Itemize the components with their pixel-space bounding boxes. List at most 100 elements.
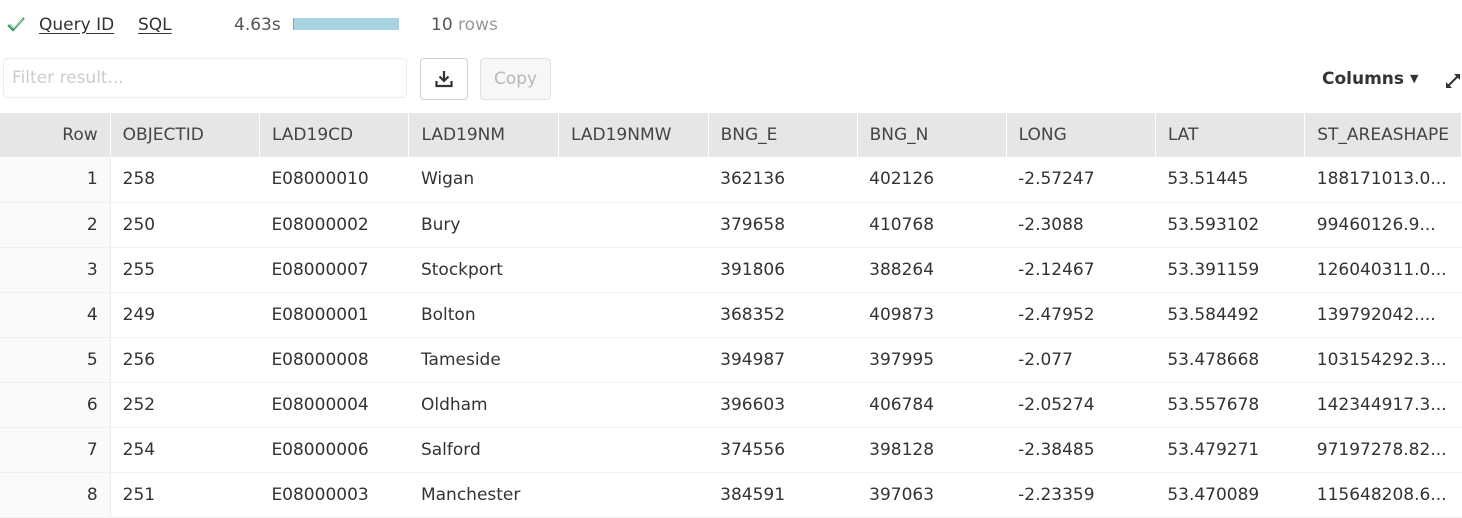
table-row[interactable]: 8 251 E08000003 Manchester 384591 397063 -2.23… — [0, 472, 1462, 518]
column-header[interactable]: LAD19NM — [408, 113, 560, 157]
query-progress-fill — [294, 18, 399, 30]
table-cell: 53.479271 — [1155, 427, 1305, 473]
table-cell — [558, 247, 709, 293]
table-cell: Bury — [408, 202, 559, 248]
table-cell: 368352 — [708, 292, 858, 338]
table-cell: -2.05274 — [1006, 382, 1156, 428]
row-number: 2 — [0, 202, 111, 248]
table-cell: 362136 — [708, 157, 858, 203]
column-header[interactable]: BNG_N — [857, 113, 1007, 157]
column-header[interactable]: OBJECTID — [110, 113, 260, 157]
table-cell: 397063 — [857, 472, 1007, 518]
download-icon — [435, 71, 453, 88]
table-cell: -2.47952 — [1006, 292, 1156, 338]
table-cell: 103154292.3... — [1304, 337, 1462, 383]
table-cell: E08000001 — [259, 292, 409, 338]
table-cell: Oldham — [408, 382, 559, 428]
copy-button[interactable]: Copy — [480, 58, 551, 100]
table-cell: Tameside — [408, 337, 559, 383]
table-cell — [558, 382, 709, 428]
table-cell: 254 — [110, 427, 260, 473]
table-cell: 391806 — [708, 247, 858, 293]
table-cell: 126040311.0... — [1304, 247, 1462, 293]
table-cell: 53.584492 — [1155, 292, 1305, 338]
row-number: 8 — [0, 472, 111, 518]
table-cell: E08000004 — [259, 382, 409, 428]
table-cell: -2.3088 — [1006, 202, 1156, 248]
table-cell: 53.557678 — [1155, 382, 1305, 428]
table-cell: 188171013.0... — [1304, 157, 1462, 203]
table-cell: Manchester — [408, 472, 559, 518]
table-cell: 394987 — [708, 337, 858, 383]
table-cell: Stockport — [408, 247, 559, 293]
table-cell: 53.470089 — [1155, 472, 1305, 518]
table-row[interactable]: 6 252 E08000004 Oldham 396603 406784 -2.05274 5… — [0, 382, 1462, 428]
table-cell — [558, 157, 709, 203]
table-cell: 249 — [110, 292, 260, 338]
table-cell: 53.478668 — [1155, 337, 1305, 383]
table-row[interactable]: 4 249 E08000001 Bolton 368352 409873 -2.47952 5… — [0, 292, 1462, 338]
row-number: 4 — [0, 292, 111, 338]
table-header-row: Row OBJECTID LAD19CD LAD19NM LAD19NMW BN… — [0, 113, 1462, 157]
table-row[interactable]: 1 258 E08000010 Wigan 362136 402126 -2.57247 53… — [0, 157, 1462, 203]
table-cell: 397995 — [857, 337, 1007, 383]
table-cell: 97197278.82... — [1304, 427, 1462, 473]
table-cell — [558, 427, 709, 473]
table-cell: E08000003 — [259, 472, 409, 518]
results-table: Row OBJECTID LAD19CD LAD19NM LAD19NMW BN… — [0, 113, 1462, 518]
table-row[interactable]: 2 250 E08000002 Bury 379658 410768 -2.3088 53.5… — [0, 202, 1462, 248]
table-cell: -2.077 — [1006, 337, 1156, 383]
chevron-down-icon: ▼ — [1410, 72, 1419, 85]
table-cell: Bolton — [408, 292, 559, 338]
table-cell: 142344917.3... — [1304, 382, 1462, 428]
filter-input[interactable] — [3, 58, 407, 98]
query-id-link[interactable]: Query ID — [39, 14, 114, 36]
table-cell: E08000002 — [259, 202, 409, 248]
columns-label: Columns — [1322, 69, 1405, 89]
table-cell: E08000010 — [259, 157, 409, 203]
column-header[interactable]: LONG — [1006, 113, 1156, 157]
table-cell: 388264 — [857, 247, 1007, 293]
table-row[interactable]: 5 256 E08000008 Tameside 394987 397995 -2.077 5… — [0, 337, 1462, 383]
table-cell: 99460126.9... — [1304, 202, 1462, 248]
column-header[interactable]: LAT — [1155, 113, 1306, 157]
table-cell: 379658 — [708, 202, 858, 248]
column-header-row[interactable]: Row — [0, 113, 111, 157]
row-count: 10 rows — [431, 14, 498, 36]
table-row[interactable]: 7 254 E08000006 Salford 374556 398128 -2.38485… — [0, 427, 1462, 473]
row-count-label: rows — [458, 15, 498, 35]
table-cell: 115648208.6... — [1304, 472, 1462, 518]
table-cell: 402126 — [857, 157, 1007, 203]
row-count-number: 10 — [431, 15, 453, 35]
table-cell: 53.51445 — [1155, 157, 1305, 203]
table-cell: 53.391159 — [1155, 247, 1305, 293]
table-cell: -2.57247 — [1006, 157, 1156, 203]
expand-icon[interactable] — [1443, 71, 1462, 91]
column-header[interactable]: ST_AREASHAPE — [1304, 113, 1462, 157]
column-header[interactable]: LAD19CD — [259, 113, 410, 157]
table-cell: 384591 — [708, 472, 858, 518]
table-row[interactable]: 3 255 E08000007 Stockport 391806 388264 -2.124… — [0, 247, 1462, 293]
columns-dropdown[interactable]: Columns ▼ — [1322, 68, 1419, 90]
table-cell: 409873 — [857, 292, 1007, 338]
table-cell: Salford — [408, 427, 559, 473]
query-status-bar: Query ID SQL 4.63s 10 rows — [0, 0, 1462, 50]
table-cell — [558, 202, 709, 248]
download-button[interactable] — [420, 58, 468, 100]
table-cell: 53.593102 — [1155, 202, 1305, 248]
column-header[interactable]: BNG_E — [708, 113, 858, 157]
row-number: 5 — [0, 337, 111, 383]
elapsed-time: 4.63s — [234, 15, 281, 35]
table-cell: Wigan — [408, 157, 559, 203]
row-number: 7 — [0, 427, 111, 473]
row-number: 1 — [0, 157, 111, 203]
table-cell: -2.23359 — [1006, 472, 1156, 518]
sql-link[interactable]: SQL — [138, 14, 172, 36]
table-cell: 258 — [110, 157, 260, 203]
query-progress-bar — [293, 18, 399, 30]
table-cell: 396603 — [708, 382, 858, 428]
column-header[interactable]: LAD19NMW — [558, 113, 709, 157]
results-table-wrapper: Row OBJECTID LAD19CD LAD19NM LAD19NMW BN… — [0, 113, 1462, 518]
table-cell: E08000006 — [259, 427, 409, 473]
table-cell: 252 — [110, 382, 260, 428]
